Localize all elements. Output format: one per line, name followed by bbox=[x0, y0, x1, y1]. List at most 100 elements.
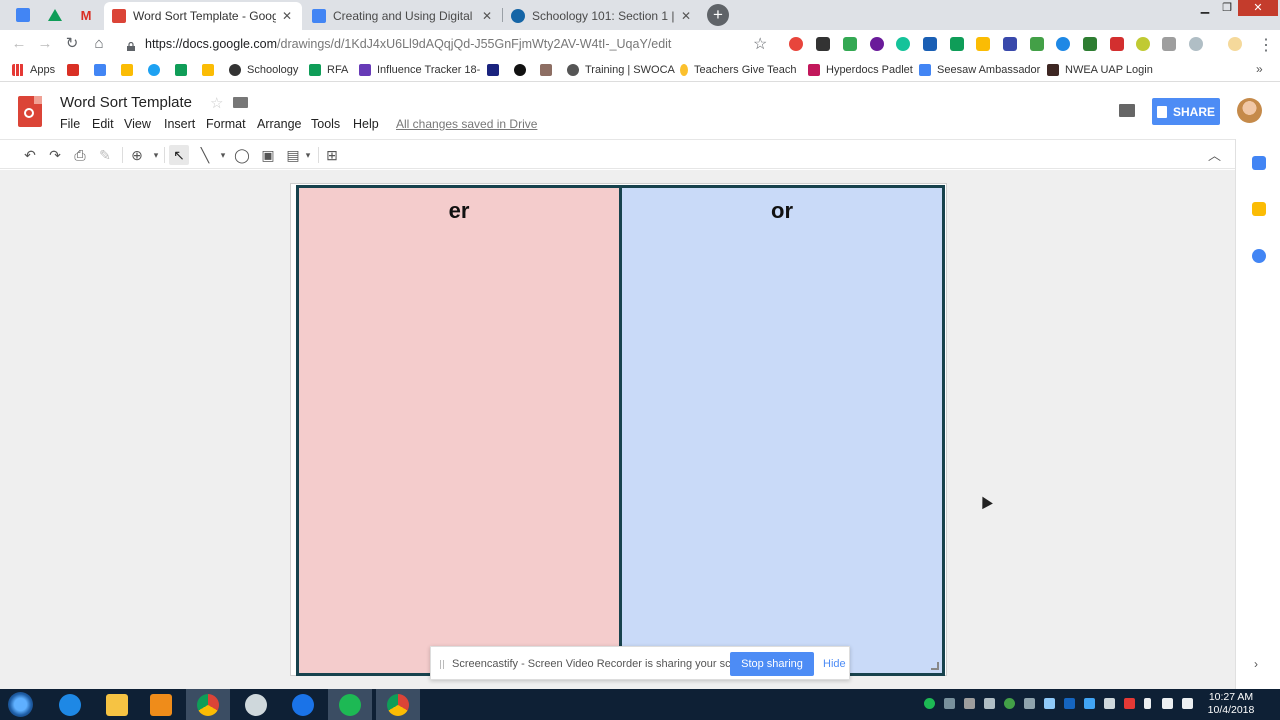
tab-close-icon[interactable]: ✕ bbox=[480, 9, 494, 23]
tab-close-icon[interactable]: ✕ bbox=[280, 9, 294, 23]
system-clock[interactable]: 10:27 AM 10/4/2018 bbox=[1206, 691, 1256, 717]
extension-icon[interactable] bbox=[1162, 37, 1176, 51]
taskbar-chrome[interactable] bbox=[186, 689, 230, 720]
shape-tool-icon[interactable]: ◯ bbox=[232, 145, 252, 165]
menu-arrange[interactable]: Arrange bbox=[257, 117, 301, 131]
extension-icon[interactable] bbox=[1083, 37, 1097, 51]
battery-icon[interactable] bbox=[1144, 698, 1151, 709]
collapse-chevron-up-icon[interactable]: ︿ bbox=[1208, 145, 1221, 164]
taskbar-snipping-tool[interactable] bbox=[234, 689, 278, 720]
extension-icon[interactable] bbox=[843, 37, 857, 51]
forward-icon[interactable]: → bbox=[36, 35, 54, 53]
paint-format-icon[interactable]: ✎ bbox=[95, 145, 115, 165]
extension-icon[interactable] bbox=[1030, 37, 1044, 51]
volume-icon[interactable] bbox=[1182, 698, 1193, 709]
tray-microphone-icon[interactable] bbox=[944, 698, 955, 709]
extension-icon[interactable] bbox=[816, 37, 830, 51]
menu-tools[interactable]: Tools bbox=[311, 117, 340, 131]
tray-icon[interactable] bbox=[1024, 698, 1035, 709]
bookmark-schoology[interactable]: Schoology bbox=[229, 62, 298, 78]
menu-view[interactable]: View bbox=[124, 117, 151, 131]
select-pointer-icon[interactable]: ↖ bbox=[169, 145, 189, 165]
pinned-tab-drive[interactable] bbox=[40, 3, 70, 27]
bookmark-extension[interactable] bbox=[487, 62, 505, 78]
pinned-tab-calendar[interactable] bbox=[8, 3, 38, 27]
bookmark-calendar[interactable] bbox=[94, 62, 112, 78]
extension-icon[interactable] bbox=[1056, 37, 1070, 51]
bookmark-teachers-give-teach[interactable]: Teachers Give Teach bbox=[680, 62, 797, 78]
bookmark-gmail[interactable] bbox=[67, 62, 85, 78]
star-icon[interactable]: ☆ bbox=[210, 94, 223, 112]
line-tool-icon[interactable]: ╲ bbox=[195, 145, 215, 165]
profile-icon[interactable] bbox=[1228, 37, 1242, 51]
bluetooth-icon[interactable] bbox=[1044, 698, 1055, 709]
folder-icon[interactable] bbox=[233, 97, 248, 108]
taskbar-chrome-2[interactable] bbox=[376, 689, 420, 720]
zoom-dropdown-icon[interactable]: ▾ bbox=[146, 145, 166, 165]
bookmarks-overflow-button[interactable]: » bbox=[1256, 62, 1263, 76]
tab-word-sort-template[interactable]: Word Sort Template - Google Dr ✕ bbox=[104, 2, 302, 30]
sort-column-or[interactable]: or bbox=[619, 185, 945, 676]
bookmark-keep[interactable] bbox=[202, 62, 220, 78]
bookmark-training-swoca[interactable]: Training | SWOCA bbox=[567, 62, 675, 78]
network-signal-icon[interactable] bbox=[1162, 698, 1173, 709]
comments-icon[interactable] bbox=[1119, 104, 1135, 117]
extension-icon[interactable] bbox=[923, 37, 937, 51]
reload-icon[interactable]: ↻ bbox=[63, 35, 81, 53]
extension-icon[interactable] bbox=[950, 37, 964, 51]
address-bar[interactable]: https://docs.google.com/drawings/d/1KdJ4… bbox=[145, 37, 671, 51]
redo-icon[interactable]: ↷ bbox=[45, 145, 65, 165]
drawing-page[interactable]: er or bbox=[290, 183, 947, 676]
column-heading-or[interactable]: or bbox=[622, 198, 942, 224]
pinned-tab-gmail[interactable]: M bbox=[71, 3, 101, 27]
taskbar-explorer[interactable] bbox=[95, 689, 139, 720]
image-dropdown-icon[interactable]: ▾ bbox=[298, 145, 318, 165]
extension-icon[interactable] bbox=[1110, 37, 1124, 51]
bookmark-twitter[interactable] bbox=[148, 62, 166, 78]
document-title[interactable]: Word Sort Template bbox=[60, 94, 192, 111]
tray-icon[interactable] bbox=[1004, 698, 1015, 709]
bookmark-classroom[interactable] bbox=[175, 62, 193, 78]
line-dropdown-icon[interactable]: ▾ bbox=[213, 145, 233, 165]
avatar[interactable] bbox=[1237, 98, 1262, 123]
bookmark-influence-tracker[interactable]: Influence Tracker 18- bbox=[359, 62, 480, 78]
extension-icon[interactable] bbox=[1189, 37, 1203, 51]
resize-handle[interactable] bbox=[931, 662, 939, 670]
print-icon[interactable]: ⎙ bbox=[70, 145, 90, 165]
tray-icon[interactable] bbox=[1084, 698, 1095, 709]
maximize-button[interactable]: ❐ bbox=[1214, 0, 1240, 16]
grammarly-icon[interactable] bbox=[896, 37, 910, 51]
extension-icon[interactable] bbox=[789, 37, 803, 51]
tray-word-icon[interactable] bbox=[1064, 698, 1075, 709]
bookmark-star-icon[interactable]: ☆ bbox=[753, 34, 767, 54]
window-close-button[interactable]: ✕ bbox=[1238, 0, 1278, 16]
expand-panel-chevron-icon[interactable]: › bbox=[1254, 657, 1258, 671]
column-heading-er[interactable]: er bbox=[299, 198, 619, 224]
bookmark-rfa[interactable]: RFA bbox=[309, 62, 348, 78]
zoom-icon[interactable]: ⊕ bbox=[127, 145, 147, 165]
tab-creating-digital-sorting[interactable]: Creating and Using Digital Sortin ✕ bbox=[304, 2, 502, 30]
tray-icon[interactable] bbox=[1104, 698, 1115, 709]
hide-banner-link[interactable]: Hide bbox=[823, 658, 846, 670]
save-status[interactable]: All changes saved in Drive bbox=[396, 117, 537, 131]
taskbar-ie[interactable] bbox=[48, 689, 92, 720]
menu-file[interactable]: File bbox=[60, 117, 80, 131]
share-button[interactable]: SHARE bbox=[1152, 98, 1220, 125]
tab-close-icon[interactable]: ✕ bbox=[679, 9, 693, 23]
extension-icon[interactable] bbox=[870, 37, 884, 51]
add-comment-icon[interactable]: ⊞ bbox=[322, 145, 342, 165]
tray-flag-icon[interactable] bbox=[1124, 698, 1135, 709]
tray-icon[interactable] bbox=[984, 698, 995, 709]
bookmark-hyperdocs-padlet[interactable]: Hyperdocs Padlet bbox=[808, 62, 913, 78]
tab-schoology-101[interactable]: Schoology 101: Section 1 | Schoo ✕ bbox=[503, 2, 701, 30]
extension-icon[interactable] bbox=[1136, 37, 1150, 51]
bookmark-nwea-uap-login[interactable]: NWEA UAP Login bbox=[1047, 62, 1153, 78]
menu-edit[interactable]: Edit bbox=[92, 117, 114, 131]
tasks-icon[interactable] bbox=[1252, 249, 1266, 263]
bookmark-apps[interactable]: Apps bbox=[12, 62, 55, 78]
tray-icon[interactable] bbox=[964, 698, 975, 709]
extension-icon[interactable] bbox=[1003, 37, 1017, 51]
new-tab-button[interactable]: + bbox=[707, 4, 729, 26]
menu-insert[interactable]: Insert bbox=[164, 117, 195, 131]
bookmark-seesaw-ambassador[interactable]: Seesaw Ambassador bbox=[919, 62, 1040, 78]
